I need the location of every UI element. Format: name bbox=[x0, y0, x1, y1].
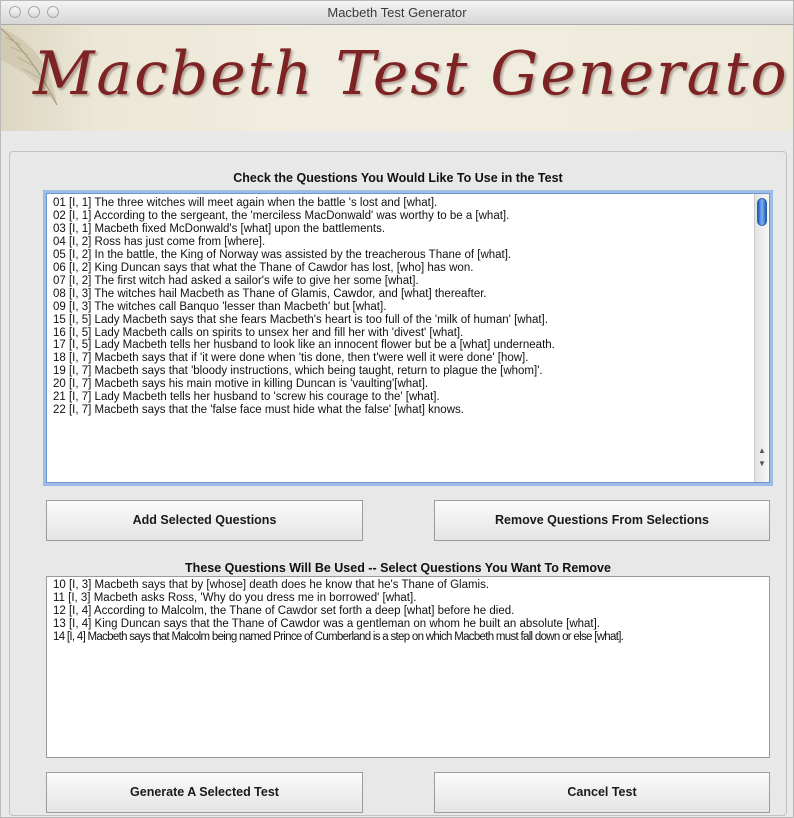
list-item[interactable]: 11 [I, 3] Macbeth asks Ross, 'Why do you… bbox=[47, 592, 769, 605]
list-item[interactable]: 02 [I, 1] According to the sergeant, the… bbox=[47, 210, 769, 223]
list-item[interactable]: 17 [I, 5] Lady Macbeth tells her husband… bbox=[47, 339, 769, 352]
list-item[interactable]: 06 [I, 2] King Duncan says that what the… bbox=[47, 262, 769, 275]
generate-test-button[interactable]: Generate A Selected Test bbox=[46, 772, 363, 813]
scroll-down-arrow-icon[interactable]: ▼ bbox=[755, 457, 769, 470]
list-item[interactable]: 14 [I, 4] Macbeth says that Malcolm bein… bbox=[47, 631, 769, 644]
list-item[interactable]: 16 [I, 5] Lady Macbeth calls on spirits … bbox=[47, 327, 769, 340]
app-logo-text: Macbeth Test Generator bbox=[33, 39, 793, 109]
selected-questions-list[interactable]: 10 [I, 3] Macbeth says that by [whose] d… bbox=[46, 576, 770, 758]
list-item[interactable]: 05 [I, 2] In the battle, the King of Nor… bbox=[47, 249, 769, 262]
banner: Macbeth Test Generator bbox=[1, 25, 793, 131]
remove-questions-button[interactable]: Remove Questions From Selections bbox=[434, 500, 770, 541]
scrollbar-thumb[interactable] bbox=[757, 198, 767, 226]
add-selected-questions-button[interactable]: Add Selected Questions bbox=[46, 500, 363, 541]
list-item[interactable]: 19 [I, 7] Macbeth says that 'bloody inst… bbox=[47, 365, 769, 378]
list-item[interactable]: 21 [I, 7] Lady Macbeth tells her husband… bbox=[47, 391, 769, 404]
available-questions-list[interactable]: 01 [I, 1] The three witches will meet ag… bbox=[46, 193, 770, 483]
list-item[interactable]: 22 [I, 7] Macbeth says that the 'false f… bbox=[47, 404, 769, 417]
list-item[interactable]: 18 [I, 7] Macbeth says that if 'it were … bbox=[47, 352, 769, 365]
list-item[interactable]: 07 [I, 2] The first witch had asked a sa… bbox=[47, 275, 769, 288]
cancel-test-button[interactable]: Cancel Test bbox=[434, 772, 770, 813]
available-questions-heading: Check the Questions You Would Like To Us… bbox=[233, 171, 563, 185]
list-item[interactable]: 12 [I, 4] According to Malcolm, the Than… bbox=[47, 605, 769, 618]
list-item[interactable]: 03 [I, 1] Macbeth fixed McDonwald's [wha… bbox=[47, 223, 769, 236]
list-item[interactable]: 10 [I, 3] Macbeth says that by [whose] d… bbox=[47, 579, 769, 592]
app-window: Macbeth Test Generator Macbeth Test Gene… bbox=[0, 0, 794, 818]
selected-questions-heading: These Questions Will Be Used -- Select Q… bbox=[185, 561, 611, 575]
scroll-up-arrow-icon[interactable]: ▲ bbox=[755, 444, 769, 457]
list-item[interactable]: 20 [I, 7] Macbeth says his main motive i… bbox=[47, 378, 769, 391]
list-item[interactable]: 09 [I, 3] The witches call Banquo 'lesse… bbox=[47, 301, 769, 314]
title-bar: Macbeth Test Generator bbox=[1, 1, 793, 25]
list-item[interactable]: 01 [I, 1] The three witches will meet ag… bbox=[47, 197, 769, 210]
list-item[interactable]: 04 [I, 2] Ross has just come from [where… bbox=[47, 236, 769, 249]
window-title: Macbeth Test Generator bbox=[327, 5, 467, 20]
list-item[interactable]: 15 [I, 5] Lady Macbeth says that she fea… bbox=[47, 314, 769, 327]
available-list-scrollbar[interactable]: ▲ ▼ bbox=[754, 194, 769, 482]
list-item[interactable]: 13 [I, 4] King Duncan says that the Than… bbox=[47, 618, 769, 631]
list-item[interactable]: 08 [I, 3] The witches hail Macbeth as Th… bbox=[47, 288, 769, 301]
